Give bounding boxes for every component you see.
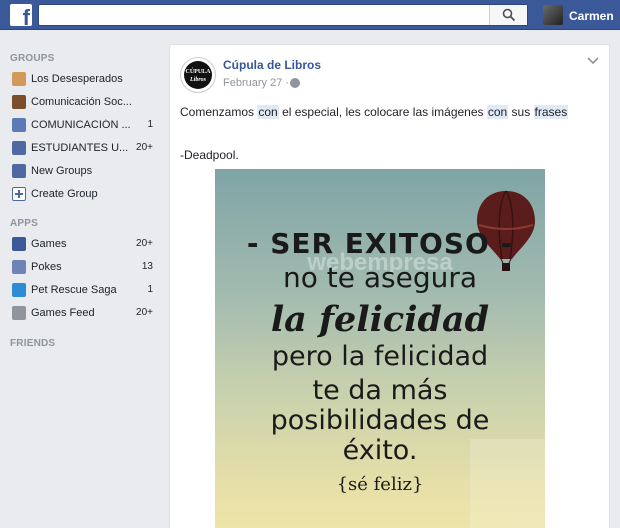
sidebar-item-comunicacion-soc[interactable]: Comunicación Soc... — [10, 92, 155, 112]
chevron-down-icon[interactable] — [587, 57, 599, 65]
sidebar-item-label: Games Feed — [31, 307, 95, 319]
post-image[interactable]: webempresa - SER EXITOSO - no te asegura… — [215, 169, 545, 528]
sidebar-item-new-groups[interactable]: New Groups — [10, 161, 155, 181]
sidebar-item-label: Los Desesperados — [31, 73, 123, 85]
gamepad-icon — [12, 306, 26, 320]
sidebar-item-count: 1 — [147, 119, 153, 130]
sidebar-item-label: Games — [31, 238, 67, 250]
image-quote-line: pero la felicidad — [271, 341, 489, 372]
top-navigation-bar: f Carmen — [0, 0, 620, 30]
group-icon — [12, 141, 26, 155]
hashtag-link[interactable]: frases — [533, 105, 569, 119]
sidebar-item-games-feed[interactable]: Games Feed 20+ — [10, 303, 155, 323]
facebook-logo-letter: f — [22, 5, 30, 27]
page-avatar[interactable]: CÚPULA Libros — [180, 57, 216, 93]
friends-section-title: FRIENDS — [10, 338, 56, 349]
image-quote-line: - SER EXITOSO - — [246, 227, 514, 260]
sidebar-item-create-group[interactable]: Create Group — [10, 184, 155, 204]
post-text-segment: sus — [508, 105, 534, 119]
sidebar-item-label: Pokes — [31, 261, 62, 273]
avatar-text-top: CÚPULA — [185, 69, 211, 75]
games-icon — [12, 237, 26, 251]
sidebar-item-count: 13 — [141, 261, 153, 272]
search-input[interactable] — [45, 7, 485, 23]
sidebar-item-comunicacion[interactable]: COMUNICACIÓN ... 1 — [10, 115, 155, 135]
post-text-segment: Comenzamos — [180, 105, 258, 119]
image-quote-line: éxito. — [342, 435, 418, 466]
facebook-logo[interactable]: f — [10, 4, 32, 26]
sidebar-item-count: 20+ — [136, 238, 153, 249]
sidebar-item-count: 20+ — [136, 142, 153, 153]
sidebar-item-estudiantes[interactable]: ESTUDIANTES U... 20+ — [10, 138, 155, 158]
sidebar-item-games[interactable]: Games 20+ — [10, 234, 155, 254]
page-name-link[interactable]: Cúpula de Libros — [223, 58, 321, 72]
sidebar-item-label: Create Group — [31, 188, 98, 200]
sidebar-item-label: ESTUDIANTES U... — [31, 142, 129, 154]
sidebar-item-pokes[interactable]: Pokes 13 — [10, 257, 155, 277]
new-groups-icon — [12, 164, 26, 178]
user-name: Carmen — [569, 9, 614, 23]
avatar-text-bottom: Libros — [189, 77, 206, 83]
sidebar-item-count: 1 — [147, 284, 153, 295]
post-text-segment: el especial, les colocare las imágenes — [278, 105, 487, 119]
image-quote-line: {sé feliz} — [336, 474, 424, 495]
sidebar-item-pet-rescue-saga[interactable]: Pet Rescue Saga 1 — [10, 280, 155, 300]
image-quote-line: la felicidad — [270, 299, 490, 340]
post-timestamp[interactable]: February 27 · — [223, 77, 289, 89]
poke-icon — [12, 260, 26, 274]
sidebar-item-label: Comunicación Soc... — [31, 96, 132, 108]
group-icon — [12, 118, 26, 132]
sidebar-item-label: Pet Rescue Saga — [31, 284, 117, 296]
image-quote-line: te da más — [312, 375, 448, 406]
search-icon — [502, 8, 516, 22]
post-signature: -Deadpool. — [180, 148, 239, 162]
pet-rescue-icon — [12, 283, 26, 297]
image-quote-line: posibilidades de — [270, 405, 490, 436]
post-text: Comenzamos con el especial, les colocare… — [180, 105, 569, 119]
apps-section-title: APPS — [10, 218, 39, 229]
news-feed-post: CÚPULA Libros Cúpula de Libros February … — [169, 44, 610, 528]
search-button[interactable] — [489, 5, 527, 25]
group-icon — [12, 95, 26, 109]
plus-icon — [12, 187, 26, 201]
group-icon — [12, 72, 26, 86]
avatar — [543, 5, 563, 25]
hashtag-link[interactable]: con — [486, 105, 509, 119]
globe-icon — [290, 78, 300, 88]
groups-section-title: GROUPS — [10, 53, 55, 64]
hashtag-link[interactable]: con — [257, 105, 279, 119]
sidebar-item-label: New Groups — [31, 165, 93, 177]
sidebar-item-los-desesperados[interactable]: Los Desesperados — [10, 69, 155, 89]
page-avatar-logo: CÚPULA Libros — [184, 61, 212, 89]
sidebar-item-count: 20+ — [136, 307, 153, 318]
sidebar-item-label: COMUNICACIÓN ... — [31, 119, 131, 131]
search-box — [38, 4, 528, 26]
image-quote-line: no te asegura — [282, 261, 478, 294]
